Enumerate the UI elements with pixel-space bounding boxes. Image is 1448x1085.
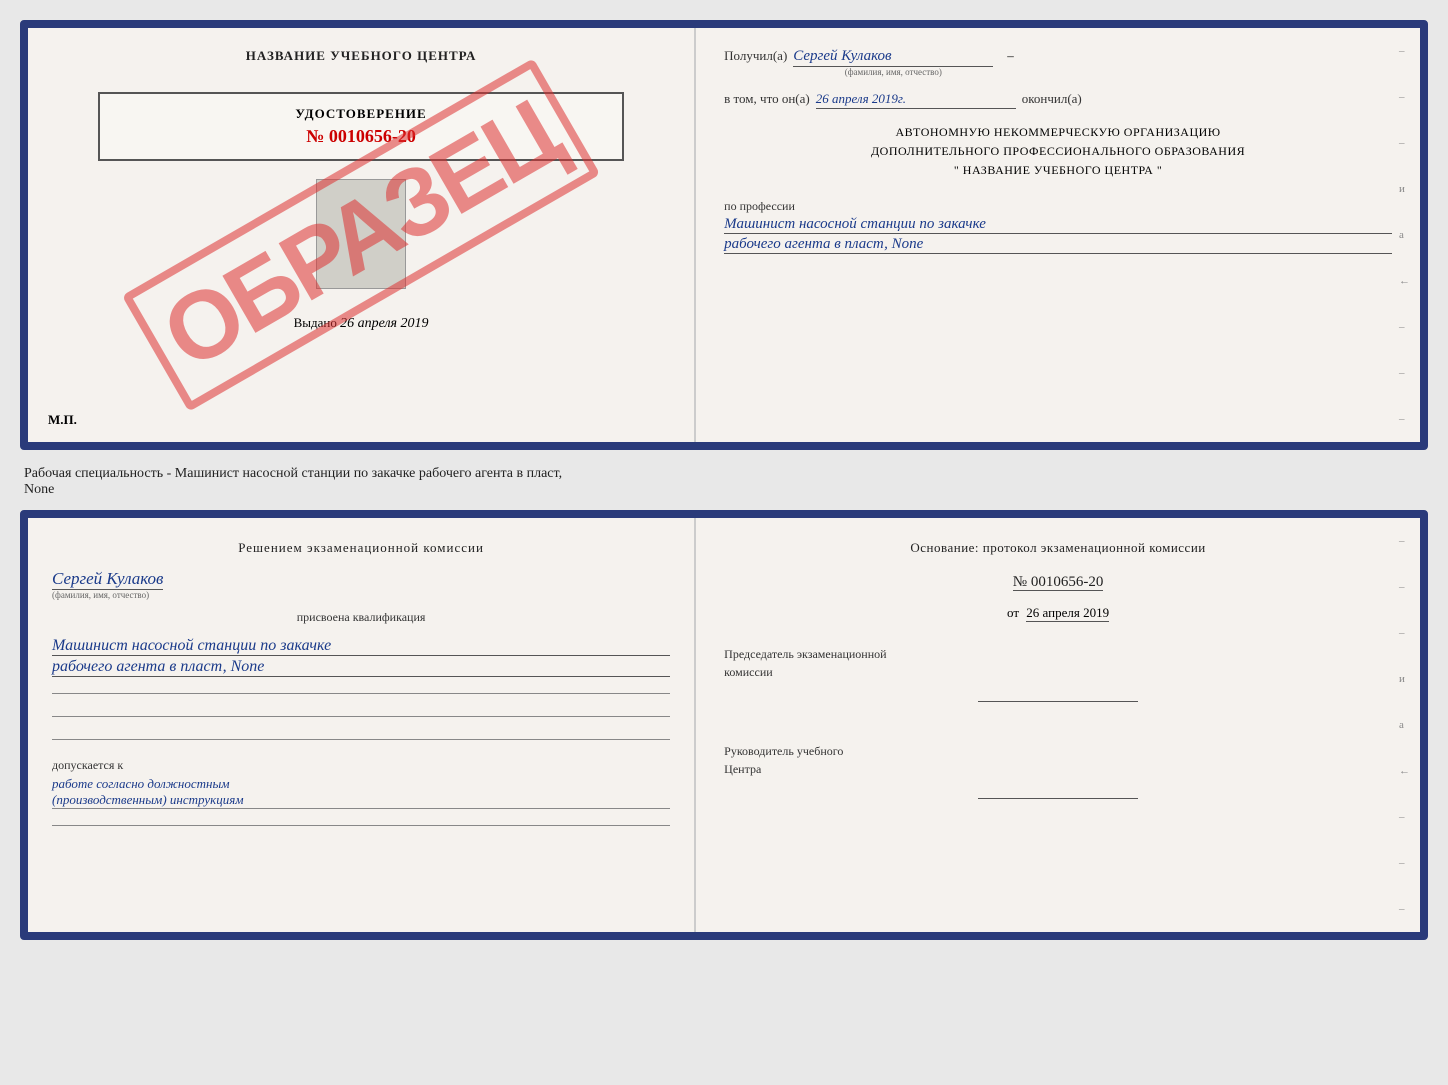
vtom-label: в том, что он(а) (724, 91, 810, 107)
dopuskaetsya-label: допускается к (52, 758, 123, 772)
predsedatel-block: Председатель экзаменационнойкомиссии (724, 645, 1392, 702)
profession-line1: Машинист насосной станции по закачке (724, 216, 1392, 234)
komissia-title: Решением экзаменационной комиссии (52, 538, 670, 559)
bottom-name-value: Сергей Кулаков (52, 569, 163, 590)
sep3 (52, 739, 670, 740)
profession-block: по профессии Машинист насосной станции п… (724, 195, 1392, 254)
rukovoditel-text: Руководитель учебногоЦентра (724, 742, 1392, 778)
top-left-title: НАЗВАНИЕ УЧЕБНОГО ЦЕНТРА (246, 48, 477, 64)
top-document: НАЗВАНИЕ УЧЕБНОГО ЦЕНТРА ОБРАЗЕЦ УДОСТОВ… (20, 20, 1428, 450)
poluchil-row: Получил(а) Сергей Кулаков (фамилия, имя,… (724, 48, 1392, 77)
sep1 (52, 693, 670, 694)
org-block: АВТОНОМНУЮ НЕКОММЕРЧЕСКУЮ ОРГАНИЗАЦИЮ ДО… (724, 123, 1392, 181)
ot-label: от (1007, 605, 1019, 620)
middle-text: Рабочая специальность - Машинист насосно… (20, 458, 1428, 502)
osnov-title: Основание: протокол экзаменационной коми… (724, 538, 1392, 559)
cert-number: № 0010656-20 (116, 126, 605, 147)
signatures-block: Председатель экзаменационнойкомиссии Рук… (724, 645, 1392, 799)
predsedatel-sig-line (978, 701, 1138, 702)
certificate-box: УДОСТОВЕРЕНИЕ № 0010656-20 (98, 92, 623, 161)
okoncil-label: окончил(а) (1022, 91, 1082, 107)
kvali-block: Машинист насосной станции по закачке раб… (52, 635, 670, 677)
profession-label: по профессии (724, 199, 1392, 214)
dopuskaetsya-value: работе согласно должностным(производстве… (52, 776, 670, 809)
org-line2: ДОПОЛНИТЕЛЬНОГО ПРОФЕССИОНАЛЬНОГО ОБРАЗО… (724, 142, 1392, 161)
page-wrapper: НАЗВАНИЕ УЧЕБНОГО ЦЕНТРА ОБРАЗЕЦ УДОСТОВ… (20, 20, 1428, 940)
vydano-date: 26 апреля 2019 (340, 316, 428, 331)
protocol-number: № 0010656-20 (1013, 574, 1104, 591)
sep-bottom (52, 825, 670, 826)
vydano-label: Выдано (294, 315, 337, 330)
top-doc-right: Получил(а) Сергей Кулаков (фамилия, имя,… (696, 28, 1420, 442)
rukovoditel-sig-line (978, 798, 1138, 799)
predsedatel-text: Председатель экзаменационнойкомиссии (724, 645, 1392, 681)
photo-placeholder (316, 179, 406, 289)
vtom-row: в том, что он(а) 26 апреля 2019г. окончи… (724, 91, 1392, 109)
bottom-doc-right: Основание: протокол экзаменационной коми… (696, 518, 1420, 932)
protocol-number-block: № 0010656-20 (724, 573, 1392, 591)
ot-date: 26 апреля 2019 (1026, 605, 1109, 622)
top-doc-left: НАЗВАНИЕ УЧЕБНОГО ЦЕНТРА ОБРАЗЕЦ УДОСТОВ… (28, 28, 696, 442)
profession-line2: рабочего агента в пласт, None (724, 236, 1392, 254)
bottom-document: Решением экзаменационной комиссии Сергей… (20, 510, 1428, 940)
vydano-line: Выдано 26 апреля 2019 (294, 315, 429, 332)
right-dashes: – – – и а ← – – – (1399, 28, 1410, 442)
mp-line: М.П. (48, 412, 77, 428)
kvali-line1: Машинист насосной станции по закачке (52, 637, 670, 656)
dopuskaetsya-block: допускается к работе согласно должностны… (52, 756, 670, 809)
bottom-name-subtext: (фамилия, имя, отчество) (52, 590, 149, 600)
poluchil-value: Сергей Кулаков (793, 48, 993, 67)
middle-text-content: Рабочая специальность - Машинист насосно… (24, 466, 562, 497)
bottom-right-dashes: – – – и а ← – – – (1399, 518, 1410, 932)
ot-line: от 26 апреля 2019 (724, 605, 1392, 621)
sep2 (52, 716, 670, 717)
rukovoditel-block: Руководитель учебногоЦентра (724, 742, 1392, 799)
bottom-name-block: Сергей Кулаков (фамилия, имя, отчество) (52, 569, 670, 600)
kvali-line2: рабочего агента в пласт, None (52, 658, 670, 677)
org-line3: " НАЗВАНИЕ УЧЕБНОГО ЦЕНТРА " (724, 161, 1392, 180)
cert-title: УДОСТОВЕРЕНИЕ (116, 106, 605, 122)
vtom-value: 26 апреля 2019г. (816, 91, 1016, 109)
poluchil-label: Получил(а) (724, 48, 787, 64)
familiya-text: (фамилия, имя, отчество) (845, 67, 942, 77)
org-line1: АВТОНОМНУЮ НЕКОММЕРЧЕСКУЮ ОРГАНИЗАЦИЮ (724, 123, 1392, 142)
bottom-doc-left: Решением экзаменационной комиссии Сергей… (28, 518, 696, 932)
kvali-label: присвоена квалификация (52, 610, 670, 625)
